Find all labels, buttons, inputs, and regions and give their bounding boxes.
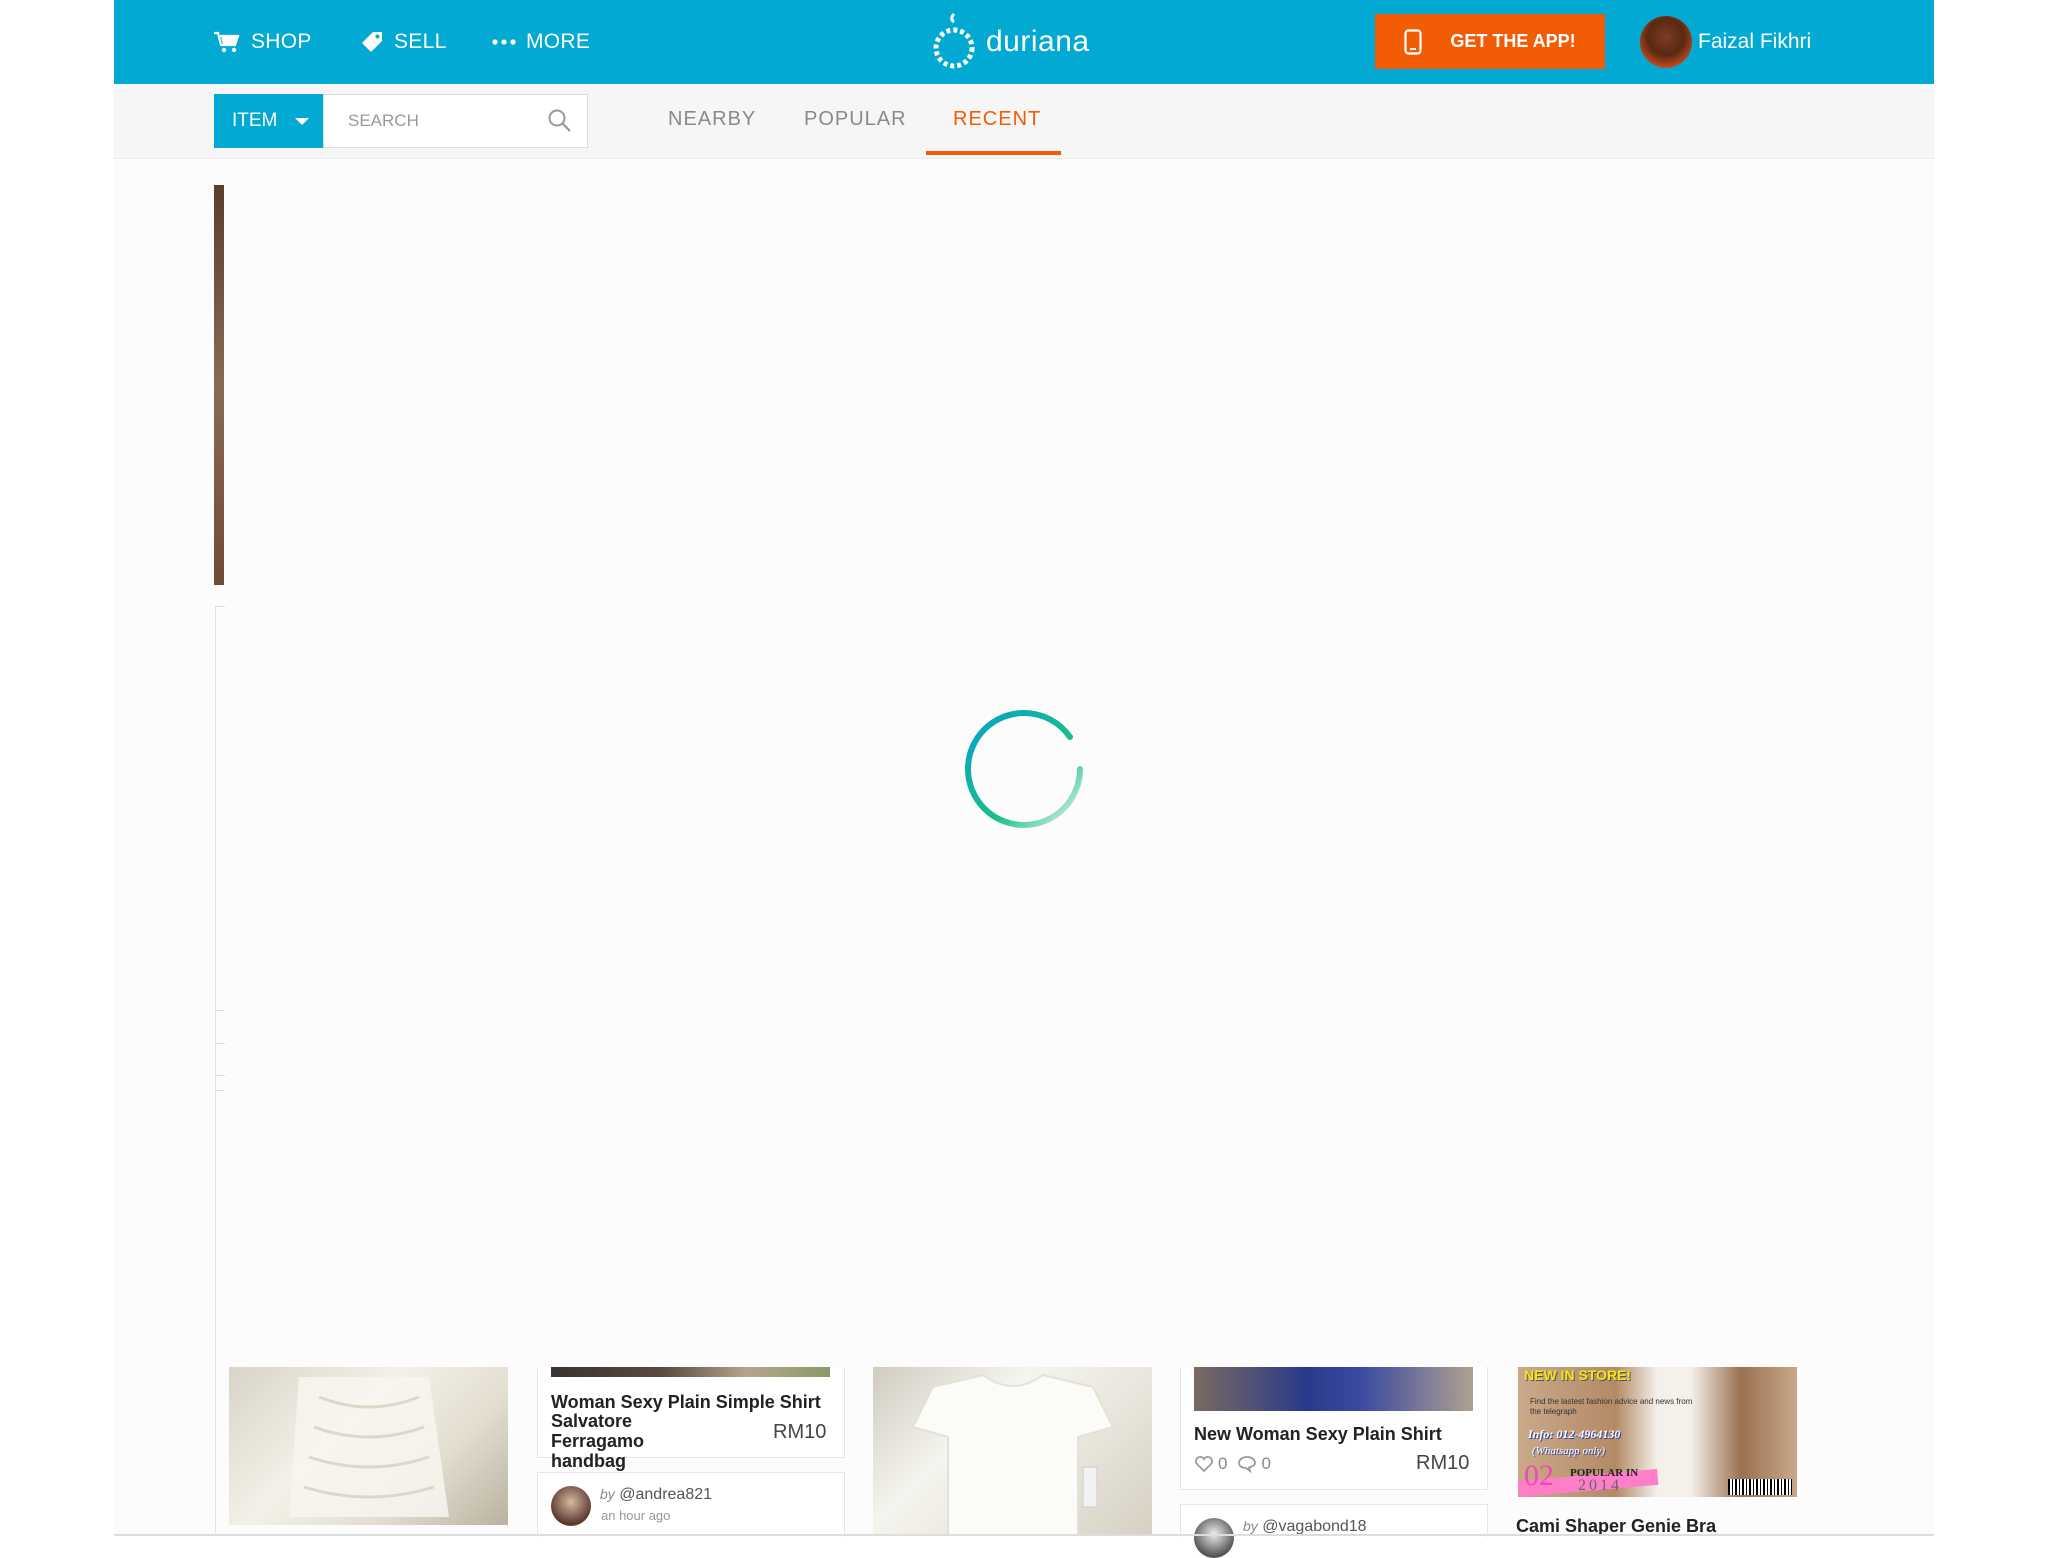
comment-count: 0 — [1261, 1454, 1271, 1473]
divider-tick — [215, 1090, 225, 1091]
cart-icon — [214, 31, 240, 53]
lace-top-illustration — [911, 1373, 1115, 1536]
product-title[interactable]: New Woman Sexy Plain Shirt — [1194, 1424, 1442, 1444]
user-name: Faizal Fikhri — [1698, 30, 1812, 53]
get-the-app-button[interactable]: GET THE APP! — [1375, 14, 1605, 69]
category-value: ITEM — [232, 110, 278, 131]
nav-sell-label: SELL — [394, 30, 447, 53]
barcode — [1728, 1479, 1792, 1495]
ad-text: Find the lastest fashion advice and news… — [1530, 1397, 1693, 1416]
seller-avatar[interactable] — [551, 1486, 591, 1526]
tag-icon — [362, 32, 382, 52]
search-box — [323, 94, 588, 148]
logo-text: duriana — [986, 25, 1090, 58]
seller-avatar[interactable] — [1194, 1518, 1234, 1558]
search-input[interactable] — [346, 110, 550, 132]
nav-shop-label: SHOP — [251, 30, 312, 53]
nav-more-label: MORE — [526, 30, 591, 53]
tab-recent[interactable]: RECENT — [953, 108, 1041, 131]
overlapping-product-title[interactable]: Salvatore Ferragamo handbag — [551, 1411, 711, 1471]
phone-icon — [1404, 28, 1422, 55]
ad-phone: Info: 012-4964130 — [1528, 1427, 1621, 1441]
comment-icon[interactable] — [1237, 1455, 1257, 1473]
heart-icon[interactable] — [1194, 1455, 1214, 1473]
duriana-logo[interactable]: duriana — [930, 8, 1090, 76]
loading-spinner — [965, 709, 1083, 828]
ad-year: 2014 — [1578, 1477, 1622, 1494]
product-stats: 0 0 — [1194, 1454, 1271, 1474]
nav-shop[interactable]: SHOP — [213, 24, 312, 60]
active-tab-indicator — [926, 151, 1061, 155]
divider-tick — [215, 1075, 225, 1076]
product-title[interactable]: Cami Shaper Genie Bra — [1516, 1516, 1716, 1536]
tab-nearby[interactable]: NEARBY — [668, 108, 756, 131]
product-image-genie-bra[interactable]: NEW IN STORE! Find the lastest fashion a… — [1518, 1367, 1797, 1497]
ad-headline: NEW IN STORE! — [1524, 1367, 1632, 1383]
ad-issue-number: 02 — [1524, 1459, 1554, 1492]
seller-name[interactable]: by @andrea821 — [600, 1486, 712, 1504]
user-menu[interactable]: Faizal Fikhri — [1640, 16, 1811, 68]
ad-tag: POPULAR IN — [1570, 1467, 1639, 1479]
caret-down-icon — [295, 117, 310, 125]
durian-logo-icon — [933, 12, 975, 69]
divider-tick — [215, 606, 225, 607]
product-image-white-dress[interactable] — [229, 1367, 508, 1525]
category-dropdown[interactable]: ITEM — [214, 94, 323, 148]
nav-more[interactable]: MORE — [492, 24, 590, 60]
like-count: 0 — [1218, 1454, 1228, 1473]
column-divider — [215, 606, 216, 1536]
post-time: an hour ago — [601, 1508, 671, 1523]
product-price: RM10 — [1416, 1452, 1470, 1474]
product-image-lace-top[interactable] — [873, 1367, 1152, 1536]
product-price: RM10 — [773, 1421, 827, 1443]
nav-sell[interactable]: SELL — [360, 24, 447, 60]
search-icon[interactable] — [547, 108, 573, 134]
dress-illustration — [289, 1377, 449, 1517]
divider-tick — [215, 1010, 225, 1011]
user-avatar — [1640, 16, 1692, 68]
banner-image-edge — [214, 185, 224, 585]
product-title[interactable]: Woman Sexy Plain Simple Shirt — [551, 1392, 821, 1412]
tab-popular[interactable]: POPULAR — [804, 108, 907, 131]
get-the-app-label: GET THE APP! — [1450, 31, 1576, 51]
divider-tick — [215, 1043, 225, 1044]
more-dots-icon — [492, 39, 516, 45]
product-image-skirt[interactable] — [1194, 1367, 1473, 1411]
product-image-strip — [551, 1367, 830, 1377]
ad-note: (Whatsapp only) — [1532, 1445, 1606, 1457]
